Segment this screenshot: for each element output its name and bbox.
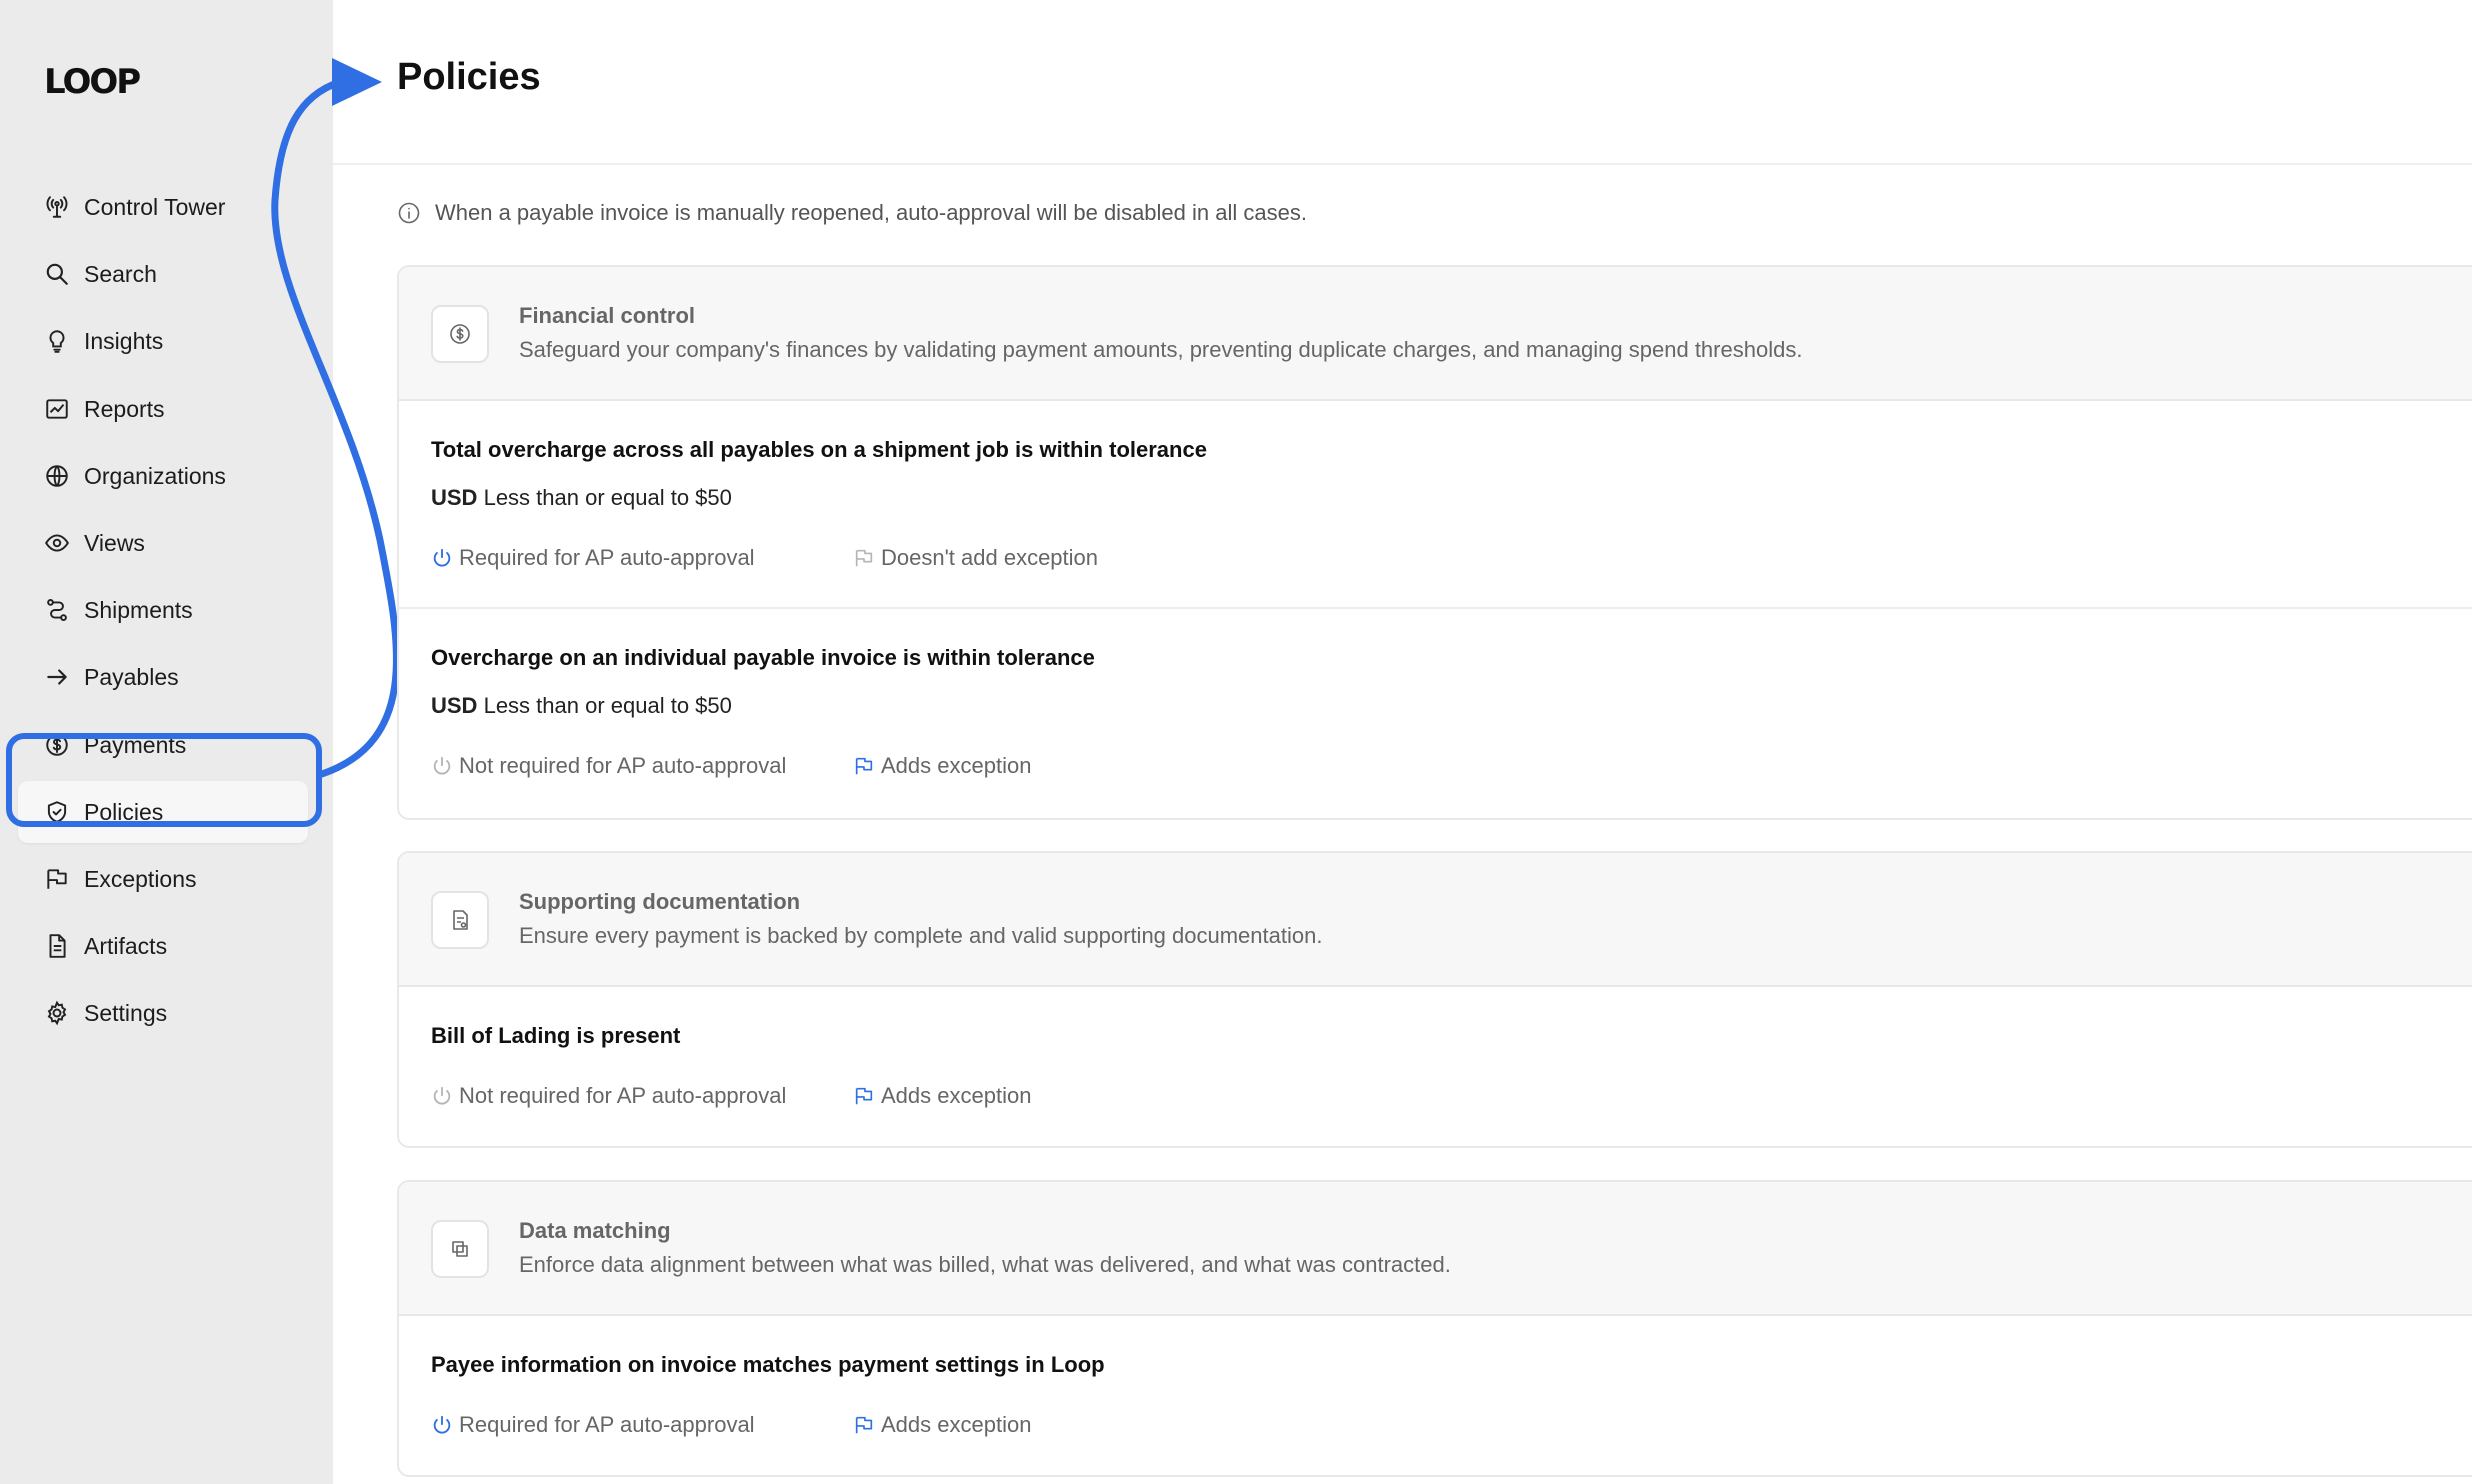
sidebar-item-policies[interactable]: Policies bbox=[18, 781, 308, 843]
exception-status: Adds exception bbox=[853, 1412, 1031, 1438]
rule-meta: Required for AP auto-approval Doesn't ad… bbox=[431, 545, 1098, 571]
loop-logo[interactable]: LOOP bbox=[44, 62, 141, 102]
policy-rule[interactable]: Bill of Lading is present Not required f… bbox=[399, 987, 2472, 1146]
flag-icon bbox=[44, 866, 70, 892]
rule-currency: USD bbox=[431, 485, 478, 510]
rule-condition: Less than or equal to $50 bbox=[483, 485, 732, 510]
rule-threshold: USD Less than or equal to $50 bbox=[431, 485, 732, 511]
policy-rule[interactable]: Overcharge on an individual payable invo… bbox=[399, 609, 2472, 817]
policy-category-financial-control: Financial control Safeguard your company… bbox=[397, 265, 2472, 820]
flag-icon bbox=[855, 757, 873, 775]
info-note: When a payable invoice is manually reope… bbox=[397, 200, 1307, 226]
exception-status: Adds exception bbox=[853, 753, 1031, 779]
sidebar-item-label: Views bbox=[84, 529, 145, 556]
document-icon bbox=[44, 933, 70, 959]
sidebar-item-control-tower[interactable]: Control Tower bbox=[18, 176, 308, 238]
policy-rule[interactable]: Total overcharge across all payables on … bbox=[399, 401, 2472, 609]
power-icon bbox=[433, 1415, 451, 1434]
title-divider bbox=[333, 163, 2472, 165]
exception-status: Doesn't add exception bbox=[853, 545, 1098, 571]
sidebar-item-payments[interactable]: Payments bbox=[18, 714, 308, 776]
exception-status: Adds exception bbox=[853, 1083, 1031, 1109]
sidebar-item-payables[interactable]: Payables bbox=[18, 646, 308, 708]
power-icon bbox=[433, 1086, 451, 1105]
category-title: Financial control bbox=[519, 303, 696, 328]
sidebar-item-reports[interactable]: Reports bbox=[18, 378, 308, 440]
power-icon bbox=[433, 548, 451, 567]
eye-icon bbox=[44, 530, 70, 556]
app-window: LOOP Control Tower Search Insights Repor… bbox=[0, 0, 2472, 1484]
rule-title: Overcharge on an individual payable invo… bbox=[431, 645, 1095, 670]
category-header: Supporting documentation Ensure every pa… bbox=[399, 853, 2472, 987]
category-header: Financial control Safeguard your company… bbox=[399, 267, 2472, 401]
chart-icon bbox=[44, 396, 70, 422]
overlap-squares-icon bbox=[431, 1220, 489, 1278]
search-icon bbox=[44, 261, 70, 287]
category-description: Enforce data alignment between what was … bbox=[519, 1252, 1451, 1277]
dollar-circle-icon bbox=[431, 305, 489, 363]
category-title: Data matching bbox=[519, 1218, 671, 1243]
rule-title: Payee information on invoice matches pay… bbox=[431, 1352, 1105, 1377]
antenna-icon bbox=[44, 194, 70, 220]
info-note-text: When a payable invoice is manually reope… bbox=[435, 200, 1307, 225]
sidebar-item-insights[interactable]: Insights bbox=[18, 310, 308, 372]
page-title: Policies bbox=[397, 56, 541, 98]
sidebar: LOOP Control Tower Search Insights Repor… bbox=[0, 0, 333, 1484]
sidebar-item-label: Insights bbox=[84, 327, 164, 354]
rule-threshold: USD Less than or equal to $50 bbox=[431, 693, 732, 719]
sidebar-item-views[interactable]: Views bbox=[18, 512, 308, 574]
sidebar-item-label: Artifacts bbox=[84, 932, 168, 959]
gear-icon bbox=[44, 1000, 70, 1026]
flag-icon bbox=[855, 1416, 873, 1434]
approval-status: Not required for AP auto-approval bbox=[431, 1083, 853, 1109]
sidebar-item-exceptions[interactable]: Exceptions bbox=[18, 848, 308, 910]
sidebar-item-label: Payables bbox=[84, 663, 179, 690]
sidebar-item-label: Policies bbox=[84, 798, 164, 825]
category-description: Safeguard your company's finances by val… bbox=[519, 337, 1803, 362]
sidebar-item-label: Organizations bbox=[84, 462, 226, 489]
rule-title: Total overcharge across all payables on … bbox=[431, 437, 1207, 462]
policy-rule[interactable]: Payee information on invoice matches pay… bbox=[399, 1316, 2472, 1475]
rule-condition: Less than or equal to $50 bbox=[483, 693, 732, 718]
dollar-circle-icon bbox=[44, 732, 70, 758]
document-check-icon bbox=[431, 891, 489, 949]
rule-meta: Not required for AP auto-approval Adds e… bbox=[431, 753, 1031, 779]
sidebar-item-organizations[interactable]: Organizations bbox=[18, 445, 308, 507]
flag-icon bbox=[855, 1087, 873, 1105]
route-icon bbox=[44, 597, 70, 623]
sidebar-item-label: Search bbox=[84, 260, 157, 287]
sidebar-item-settings[interactable]: Settings bbox=[18, 982, 308, 1044]
rule-meta: Not required for AP auto-approval Adds e… bbox=[431, 1083, 1031, 1109]
sidebar-item-label: Payments bbox=[84, 731, 187, 758]
flag-icon bbox=[855, 549, 873, 567]
sidebar-item-label: Settings bbox=[84, 999, 168, 1026]
approval-status: Required for AP auto-approval bbox=[431, 1412, 853, 1438]
category-header: Data matching Enforce data alignment bet… bbox=[399, 1182, 2472, 1316]
policy-category-data-matching: Data matching Enforce data alignment bet… bbox=[397, 1180, 2472, 1477]
arrow-right-icon bbox=[44, 664, 70, 690]
sidebar-item-artifacts[interactable]: Artifacts bbox=[18, 915, 308, 977]
approval-status: Not required for AP auto-approval bbox=[431, 753, 853, 779]
category-title: Supporting documentation bbox=[519, 889, 801, 914]
rule-title: Bill of Lading is present bbox=[431, 1023, 681, 1048]
sidebar-item-shipments[interactable]: Shipments bbox=[18, 579, 308, 641]
sidebar-item-label: Control Tower bbox=[84, 193, 226, 220]
rule-meta: Required for AP auto-approval Adds excep… bbox=[431, 1412, 1031, 1438]
sidebar-item-label: Shipments bbox=[84, 596, 193, 623]
shield-check-icon bbox=[44, 799, 70, 825]
approval-status: Required for AP auto-approval bbox=[431, 545, 853, 571]
category-description: Ensure every payment is backed by comple… bbox=[519, 923, 1323, 948]
info-icon bbox=[397, 201, 421, 225]
sidebar-item-label: Exceptions bbox=[84, 865, 197, 892]
sidebar-item-label: Reports bbox=[84, 395, 165, 422]
globe-icon bbox=[44, 463, 70, 489]
main-content: Policies When a payable invoice is manua… bbox=[333, 0, 2472, 1484]
lightbulb-icon bbox=[44, 328, 70, 354]
policy-category-supporting-documentation: Supporting documentation Ensure every pa… bbox=[397, 851, 2472, 1148]
rule-currency: USD bbox=[431, 693, 478, 718]
sidebar-item-search[interactable]: Search bbox=[18, 243, 308, 305]
power-icon bbox=[433, 756, 451, 775]
